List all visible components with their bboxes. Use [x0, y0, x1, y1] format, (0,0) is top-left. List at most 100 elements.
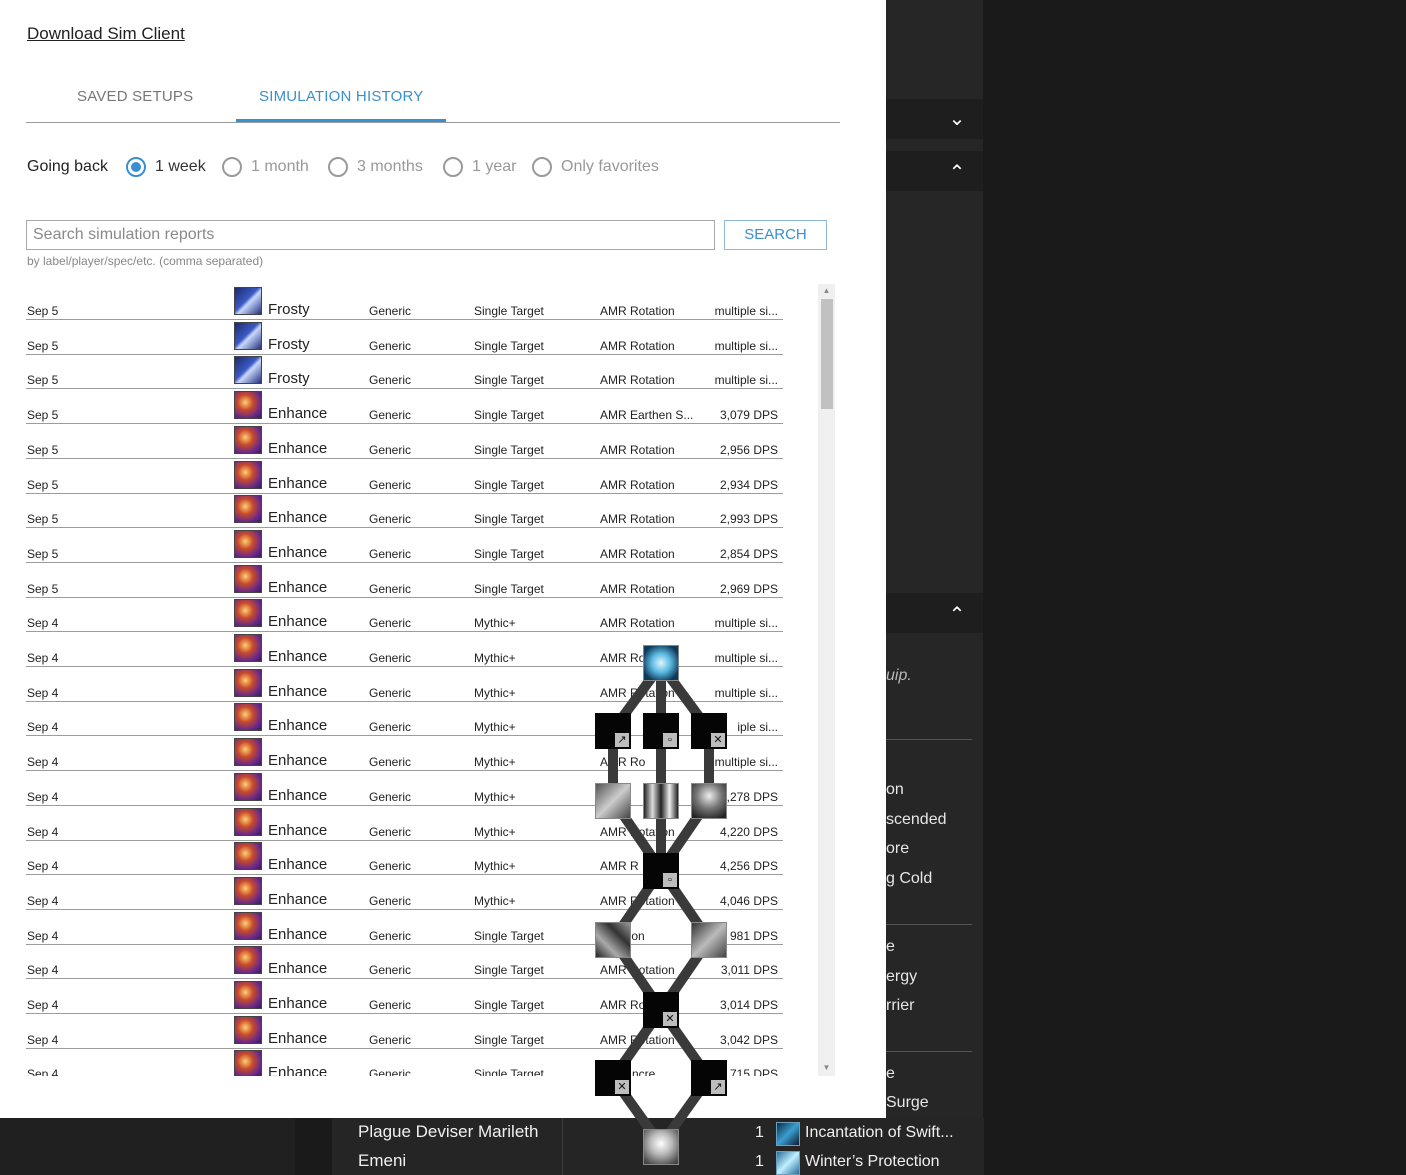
collapsed-section-bar[interactable] — [886, 99, 983, 139]
history-row[interactable]: Sep 5 Frosty Generic Single Target AMR Rotat… — [26, 286, 783, 320]
enhance-spec-icon — [234, 738, 262, 767]
talent-node-empty[interactable]: ↗ — [691, 1060, 727, 1096]
row-player-name: Enhance — [268, 1029, 328, 1047]
winters-protection-icon — [776, 1151, 800, 1175]
row-player-name: Enhance — [268, 752, 328, 770]
row-rotation: AMR Rotation — [600, 512, 675, 527]
talent-node-icon[interactable] — [595, 922, 631, 958]
expanded-section-bar-1[interactable] — [886, 151, 983, 191]
row-sim-type: Generic — [369, 1067, 412, 1076]
talent-node-empty[interactable]: ✕ — [691, 713, 727, 749]
row-date: Sep 4 — [27, 1032, 59, 1047]
expanded-section-bar-2[interactable] — [886, 593, 983, 633]
item-name[interactable]: Incantation of Swift... — [805, 1124, 954, 1142]
row-date: Sep 5 — [27, 442, 59, 457]
talent-sub-icon: ✕ — [663, 1012, 677, 1026]
talent-node-empty[interactable]: ↗ — [595, 713, 631, 749]
row-sim-type: Generic — [369, 859, 412, 874]
row-player-name: Enhance — [268, 890, 328, 908]
radio-1-year[interactable] — [443, 157, 463, 177]
radio-only-favorites[interactable] — [532, 157, 552, 177]
history-row[interactable]: Sep 5 Enhance Generic Single Target AMR Rota… — [26, 425, 783, 459]
tab-simulation-history[interactable]: SIMULATION HISTORY — [259, 88, 423, 105]
talent-node-icon[interactable] — [643, 783, 679, 819]
chevron-down-icon[interactable]: ⌄ — [946, 108, 968, 130]
download-sim-client-link[interactable]: Download Sim Client — [27, 24, 185, 44]
row-target: Mythic+ — [474, 685, 516, 700]
talent-node-empty[interactable]: ✕ — [643, 992, 679, 1028]
row-sim-type: Generic — [369, 338, 412, 353]
search-input[interactable] — [26, 220, 715, 250]
talent-sub-icon: ↗ — [711, 1080, 725, 1094]
row-target: Single Target — [474, 998, 544, 1012]
radio-1-week[interactable] — [126, 157, 146, 177]
chevron-up-icon[interactable]: ⌃ — [946, 604, 968, 626]
scrollbar-thumb[interactable] — [821, 299, 833, 409]
row-player-name: Enhance — [268, 856, 328, 874]
scroll-down-arrow-icon[interactable]: ▼ — [818, 1061, 835, 1075]
row-sim-type: Generic — [369, 720, 412, 735]
radio-label[interactable]: 1 year — [472, 158, 516, 176]
talent-node-icon[interactable] — [595, 783, 631, 819]
radio-label[interactable]: 1 week — [155, 158, 206, 176]
partial-text: on — [886, 781, 904, 798]
row-sim-type: Generic — [369, 755, 412, 770]
history-row[interactable]: Sep 5 Enhance Generic Single Target AMR Rota… — [26, 529, 783, 563]
radio-1-month[interactable] — [222, 157, 242, 177]
soulbind-name[interactable]: Plague Deviser Marileth — [358, 1122, 538, 1142]
talent-node-empty[interactable]: ▫ — [643, 713, 679, 749]
history-row[interactable]: Sep 5 Enhance Generic Single Target AMR Rota… — [26, 494, 783, 529]
radio-label[interactable]: 3 months — [357, 158, 423, 176]
talent-node-icon[interactable] — [643, 645, 679, 681]
row-player-name: Enhance — [268, 995, 328, 1012]
row-sim-type: Generic — [369, 442, 412, 457]
tabs-divider — [26, 122, 840, 123]
row-target: Single Target — [474, 408, 544, 423]
talent-node-empty[interactable]: ✕ — [595, 1060, 631, 1096]
radio-label[interactable]: Only favorites — [561, 158, 659, 176]
history-row[interactable]: Sep 5 Frosty Generic Single Target AMR Rotat… — [26, 355, 783, 390]
talent-node-icon[interactable] — [691, 922, 727, 958]
row-sim-type: Generic — [369, 1032, 412, 1047]
row-target: Single Target — [474, 477, 544, 492]
row-player-name: Enhance — [268, 474, 328, 492]
row-date: Sep 4 — [27, 998, 59, 1012]
search-button[interactable]: SEARCH — [724, 220, 827, 250]
radio-3-months[interactable] — [328, 157, 348, 177]
row-sim-type: Generic — [369, 824, 412, 839]
row-result: multiple si... — [714, 304, 778, 318]
row-date: Sep 4 — [27, 928, 59, 943]
chevron-up-icon[interactable]: ⌃ — [946, 162, 968, 184]
enhance-spec-icon — [234, 599, 262, 628]
row-date: Sep 5 — [27, 338, 59, 353]
talent-node-empty[interactable]: ▫ — [643, 853, 679, 889]
row-date: Sep 4 — [27, 893, 59, 908]
history-row[interactable]: Sep 4 Enhance Generic Mythic+ AMR Rotation mu… — [26, 598, 783, 633]
row-sim-type: Generic — [369, 373, 412, 388]
row-date: Sep 4 — [27, 651, 59, 665]
enhance-spec-icon — [234, 1050, 262, 1076]
history-row[interactable]: Sep 5 Enhance Generic Single Target AMR Rota… — [26, 460, 783, 494]
frost-spec-icon — [234, 287, 262, 315]
tab-saved-setups[interactable]: SAVED SETUPS — [77, 88, 193, 105]
talent-node-icon[interactable] — [643, 1129, 679, 1165]
scroll-up-arrow-icon[interactable]: ▲ — [818, 284, 835, 298]
item-name[interactable]: Winter’s Protection — [805, 1153, 940, 1171]
row-target: Single Target — [474, 581, 544, 596]
row-target: Mythic+ — [474, 789, 516, 804]
row-target: Single Target — [474, 338, 544, 353]
row-date: Sep 5 — [27, 581, 59, 596]
soulbind-name[interactable]: Emeni — [358, 1151, 406, 1171]
row-result: 2,993 DPS — [719, 512, 778, 527]
row-sim-type: Generic — [369, 685, 412, 700]
talent-node-icon[interactable] — [691, 783, 727, 819]
row-result: multiple si... — [714, 338, 778, 353]
radio-label[interactable]: 1 month — [251, 158, 309, 176]
history-row[interactable]: Sep 5 Enhance Generic Single Target AMR Eart… — [26, 390, 783, 425]
history-row[interactable]: Sep 5 Enhance Generic Single Target AMR Rota… — [26, 564, 783, 598]
row-player-name: Enhance — [268, 682, 328, 700]
history-row[interactable]: Sep 5 Frosty Generic Single Target AMR Rotat… — [26, 321, 783, 355]
row-target: Mythic+ — [474, 755, 516, 770]
partial-text: scended — [886, 811, 947, 828]
talent-sub-icon: ✕ — [711, 733, 725, 747]
